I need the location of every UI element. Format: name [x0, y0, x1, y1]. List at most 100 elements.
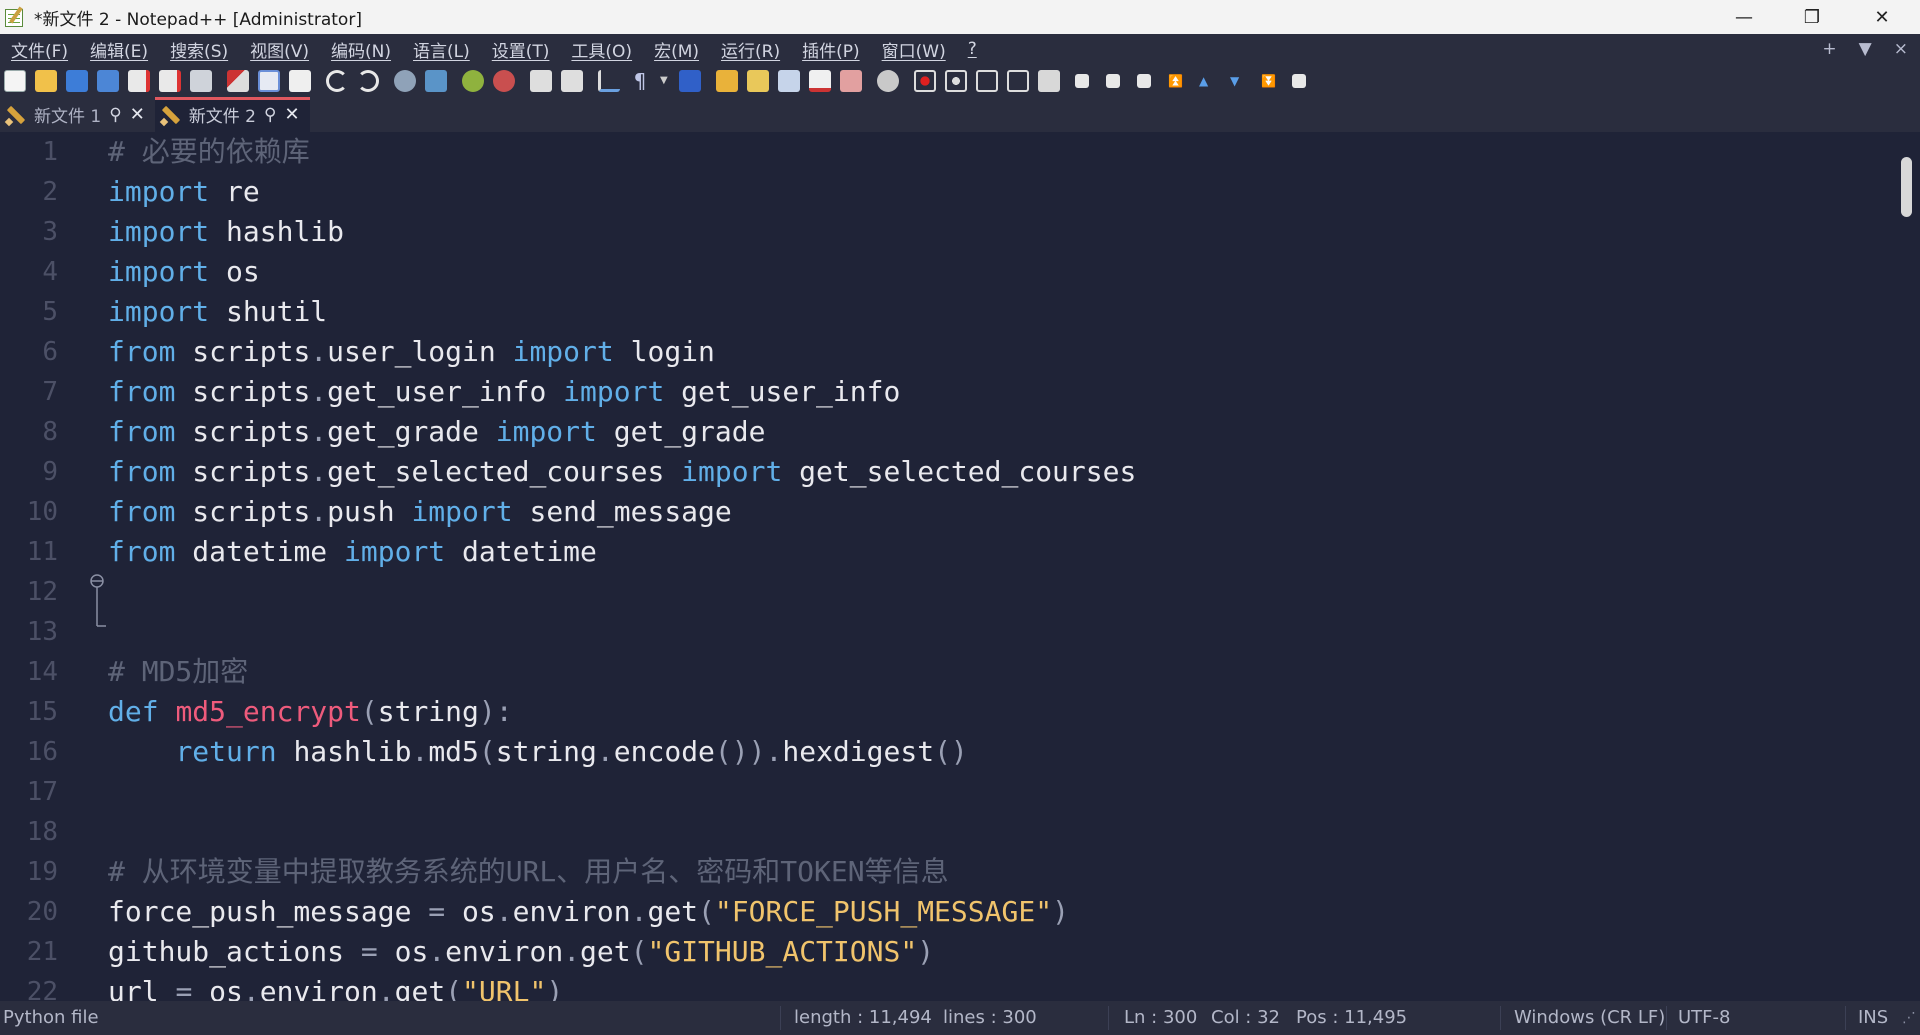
save-all-icon[interactable]	[97, 69, 119, 92]
tab-new-file-2[interactable]: 新文件 2 ⚲ ✕	[154, 97, 310, 132]
print-icon[interactable]	[190, 69, 212, 92]
go-up-icon[interactable]: ▲	[1199, 74, 1213, 88]
go-down-icon[interactable]: ▼	[1230, 74, 1244, 88]
code-line[interactable]: force_push_message = os.environ.get("FOR…	[108, 892, 1069, 932]
monitoring-icon[interactable]	[877, 69, 899, 92]
restore-button[interactable]: ❐	[1778, 0, 1846, 34]
tab-list-dropdown-icon[interactable]: ▼	[1859, 39, 1872, 59]
code-editor[interactable]: 1 2 3 4 5 6 7 8 9 10 11 12 13 14 15 16 17 18 19 20 21 22 # 必要…	[0, 132, 1920, 1001]
paste-icon[interactable]	[289, 69, 311, 92]
line-number[interactable]: 17	[0, 772, 58, 812]
line-number[interactable]: 19	[0, 852, 58, 892]
document-list-icon[interactable]	[778, 69, 800, 92]
menu-view[interactable]: 视图(V)	[239, 37, 320, 62]
line-number-gutter[interactable]: 1 2 3 4 5 6 7 8 9 10 11 12 13 14 15 16 17 18 19 20 21 22	[0, 132, 86, 1001]
zoom-out-icon[interactable]	[493, 69, 515, 92]
compare-icon[interactable]	[1292, 73, 1306, 88]
open-file-icon[interactable]	[35, 69, 57, 92]
code-line[interactable]: from scripts.push import send_message	[108, 492, 732, 532]
new-file-icon[interactable]	[4, 69, 26, 92]
fold-margin[interactable]	[86, 132, 108, 1001]
menu-tools[interactable]: 工具(O)	[560, 37, 643, 62]
line-number[interactable]: 11	[0, 532, 58, 572]
pin-icon[interactable]: ⚲	[109, 105, 121, 125]
save-icon[interactable]	[66, 69, 88, 92]
zoom-in-icon[interactable]	[462, 69, 484, 92]
indent-guide-icon[interactable]	[679, 69, 701, 92]
document-map-icon[interactable]	[747, 69, 769, 92]
line-number[interactable]: 6	[0, 332, 58, 372]
line-number[interactable]: 20	[0, 892, 58, 932]
vertical-scrollbar[interactable]	[1893, 132, 1920, 1001]
close-tab-icon[interactable]: ✕	[130, 104, 145, 125]
line-number[interactable]: 15	[0, 692, 58, 732]
scrollbar-thumb[interactable]	[1901, 157, 1912, 217]
show-all-characters-icon[interactable]: ¶	[629, 70, 651, 92]
line-number[interactable]: 7	[0, 372, 58, 412]
code-line[interactable]: # 从环境变量中提取教务系统的URL、用户名、密码和TOKEN等信息	[108, 852, 949, 892]
menu-language[interactable]: 语言(L)	[402, 37, 481, 62]
code-line[interactable]: github_actions = os.environ.get("GITHUB_…	[108, 932, 934, 972]
menu-macro[interactable]: 宏(M)	[643, 37, 710, 62]
line-number[interactable]: 13	[0, 612, 58, 652]
stop-macro-icon[interactable]	[945, 69, 967, 92]
close-document-icon[interactable]: ×	[1894, 39, 1908, 59]
function-list-icon[interactable]	[809, 69, 831, 92]
status-encoding[interactable]: UTF-8	[1678, 1001, 1730, 1035]
pin-icon[interactable]: ⚲	[264, 105, 276, 125]
menu-settings[interactable]: 设置(T)	[481, 37, 561, 62]
menu-help[interactable]: ?	[957, 39, 988, 59]
code-area[interactable]: # 必要的依赖库 import re import hashlib import os…	[108, 132, 1888, 1001]
menu-encoding[interactable]: 编码(N)	[320, 37, 402, 62]
save-macro-icon[interactable]	[1038, 69, 1060, 92]
user-defined-language-icon[interactable]	[716, 69, 738, 92]
replace-icon[interactable]	[425, 69, 447, 92]
code-line[interactable]: import re	[108, 172, 260, 212]
dropdown-arrow-icon[interactable]: ▼	[660, 70, 670, 92]
line-number[interactable]: 5	[0, 292, 58, 332]
code-line[interactable]: import shutil	[108, 292, 327, 332]
bookmark-toggle-icon[interactable]	[1075, 73, 1089, 88]
code-line[interactable]: from scripts.get_grade import get_grade	[108, 412, 765, 452]
folder-as-workspace-icon[interactable]	[840, 69, 862, 92]
minimize-button[interactable]: —	[1710, 0, 1778, 34]
line-number[interactable]: 21	[0, 932, 58, 972]
find-icon[interactable]	[394, 69, 416, 92]
record-macro-icon[interactable]	[914, 69, 936, 92]
code-line[interactable]: def md5_encrypt(string):	[108, 692, 513, 732]
tab-new-file-1[interactable]: 新文件 1 ⚲ ✕	[0, 97, 155, 132]
line-number[interactable]: 18	[0, 812, 58, 852]
code-line[interactable]: return hashlib.md5(string.encode()).hexd…	[108, 732, 967, 772]
run-macro-multiple-icon[interactable]	[1007, 69, 1029, 92]
line-number[interactable]: 9	[0, 452, 58, 492]
line-number[interactable]: 22	[0, 972, 58, 1001]
close-all-icon[interactable]	[159, 69, 181, 92]
code-line[interactable]: from scripts.get_selected_courses import…	[108, 452, 1136, 492]
line-number[interactable]: 8	[0, 412, 58, 452]
line-number[interactable]: 16	[0, 732, 58, 772]
close-tab-icon[interactable]: ✕	[284, 104, 299, 125]
bookmark-prev-icon[interactable]	[1137, 73, 1151, 88]
undo-icon[interactable]	[326, 69, 348, 92]
sync-vertical-icon[interactable]	[530, 69, 552, 92]
close-window-button[interactable]: ✕	[1848, 0, 1916, 34]
code-line[interactable]: import hashlib	[108, 212, 344, 252]
code-line[interactable]: # MD5加密	[108, 652, 248, 692]
code-line[interactable]: # 必要的依赖库	[108, 132, 310, 172]
code-line[interactable]: from scripts.get_user_info import get_us…	[108, 372, 900, 412]
menu-plugins[interactable]: 插件(P)	[791, 37, 871, 62]
sync-horizontal-icon[interactable]	[561, 69, 583, 92]
code-line[interactable]: from datetime import datetime	[108, 532, 597, 572]
code-line[interactable]: url = os.environ.get("URL")	[108, 972, 563, 1001]
status-eol-format[interactable]: Windows (CR LF)	[1514, 1001, 1665, 1035]
word-wrap-icon[interactable]	[598, 69, 620, 92]
go-bottom-icon[interactable]: ⏬	[1261, 74, 1276, 88]
resize-grip-icon[interactable]: ⋰	[1902, 1001, 1916, 1035]
line-number[interactable]: 4	[0, 252, 58, 292]
status-position[interactable]: Pos : 11,495	[1296, 1001, 1407, 1035]
bookmark-next-icon[interactable]	[1106, 73, 1120, 88]
copy-icon[interactable]	[258, 69, 280, 92]
status-insert-mode[interactable]: INS	[1858, 1001, 1888, 1035]
line-number[interactable]: 3	[0, 212, 58, 252]
playback-macro-icon[interactable]	[976, 69, 998, 92]
